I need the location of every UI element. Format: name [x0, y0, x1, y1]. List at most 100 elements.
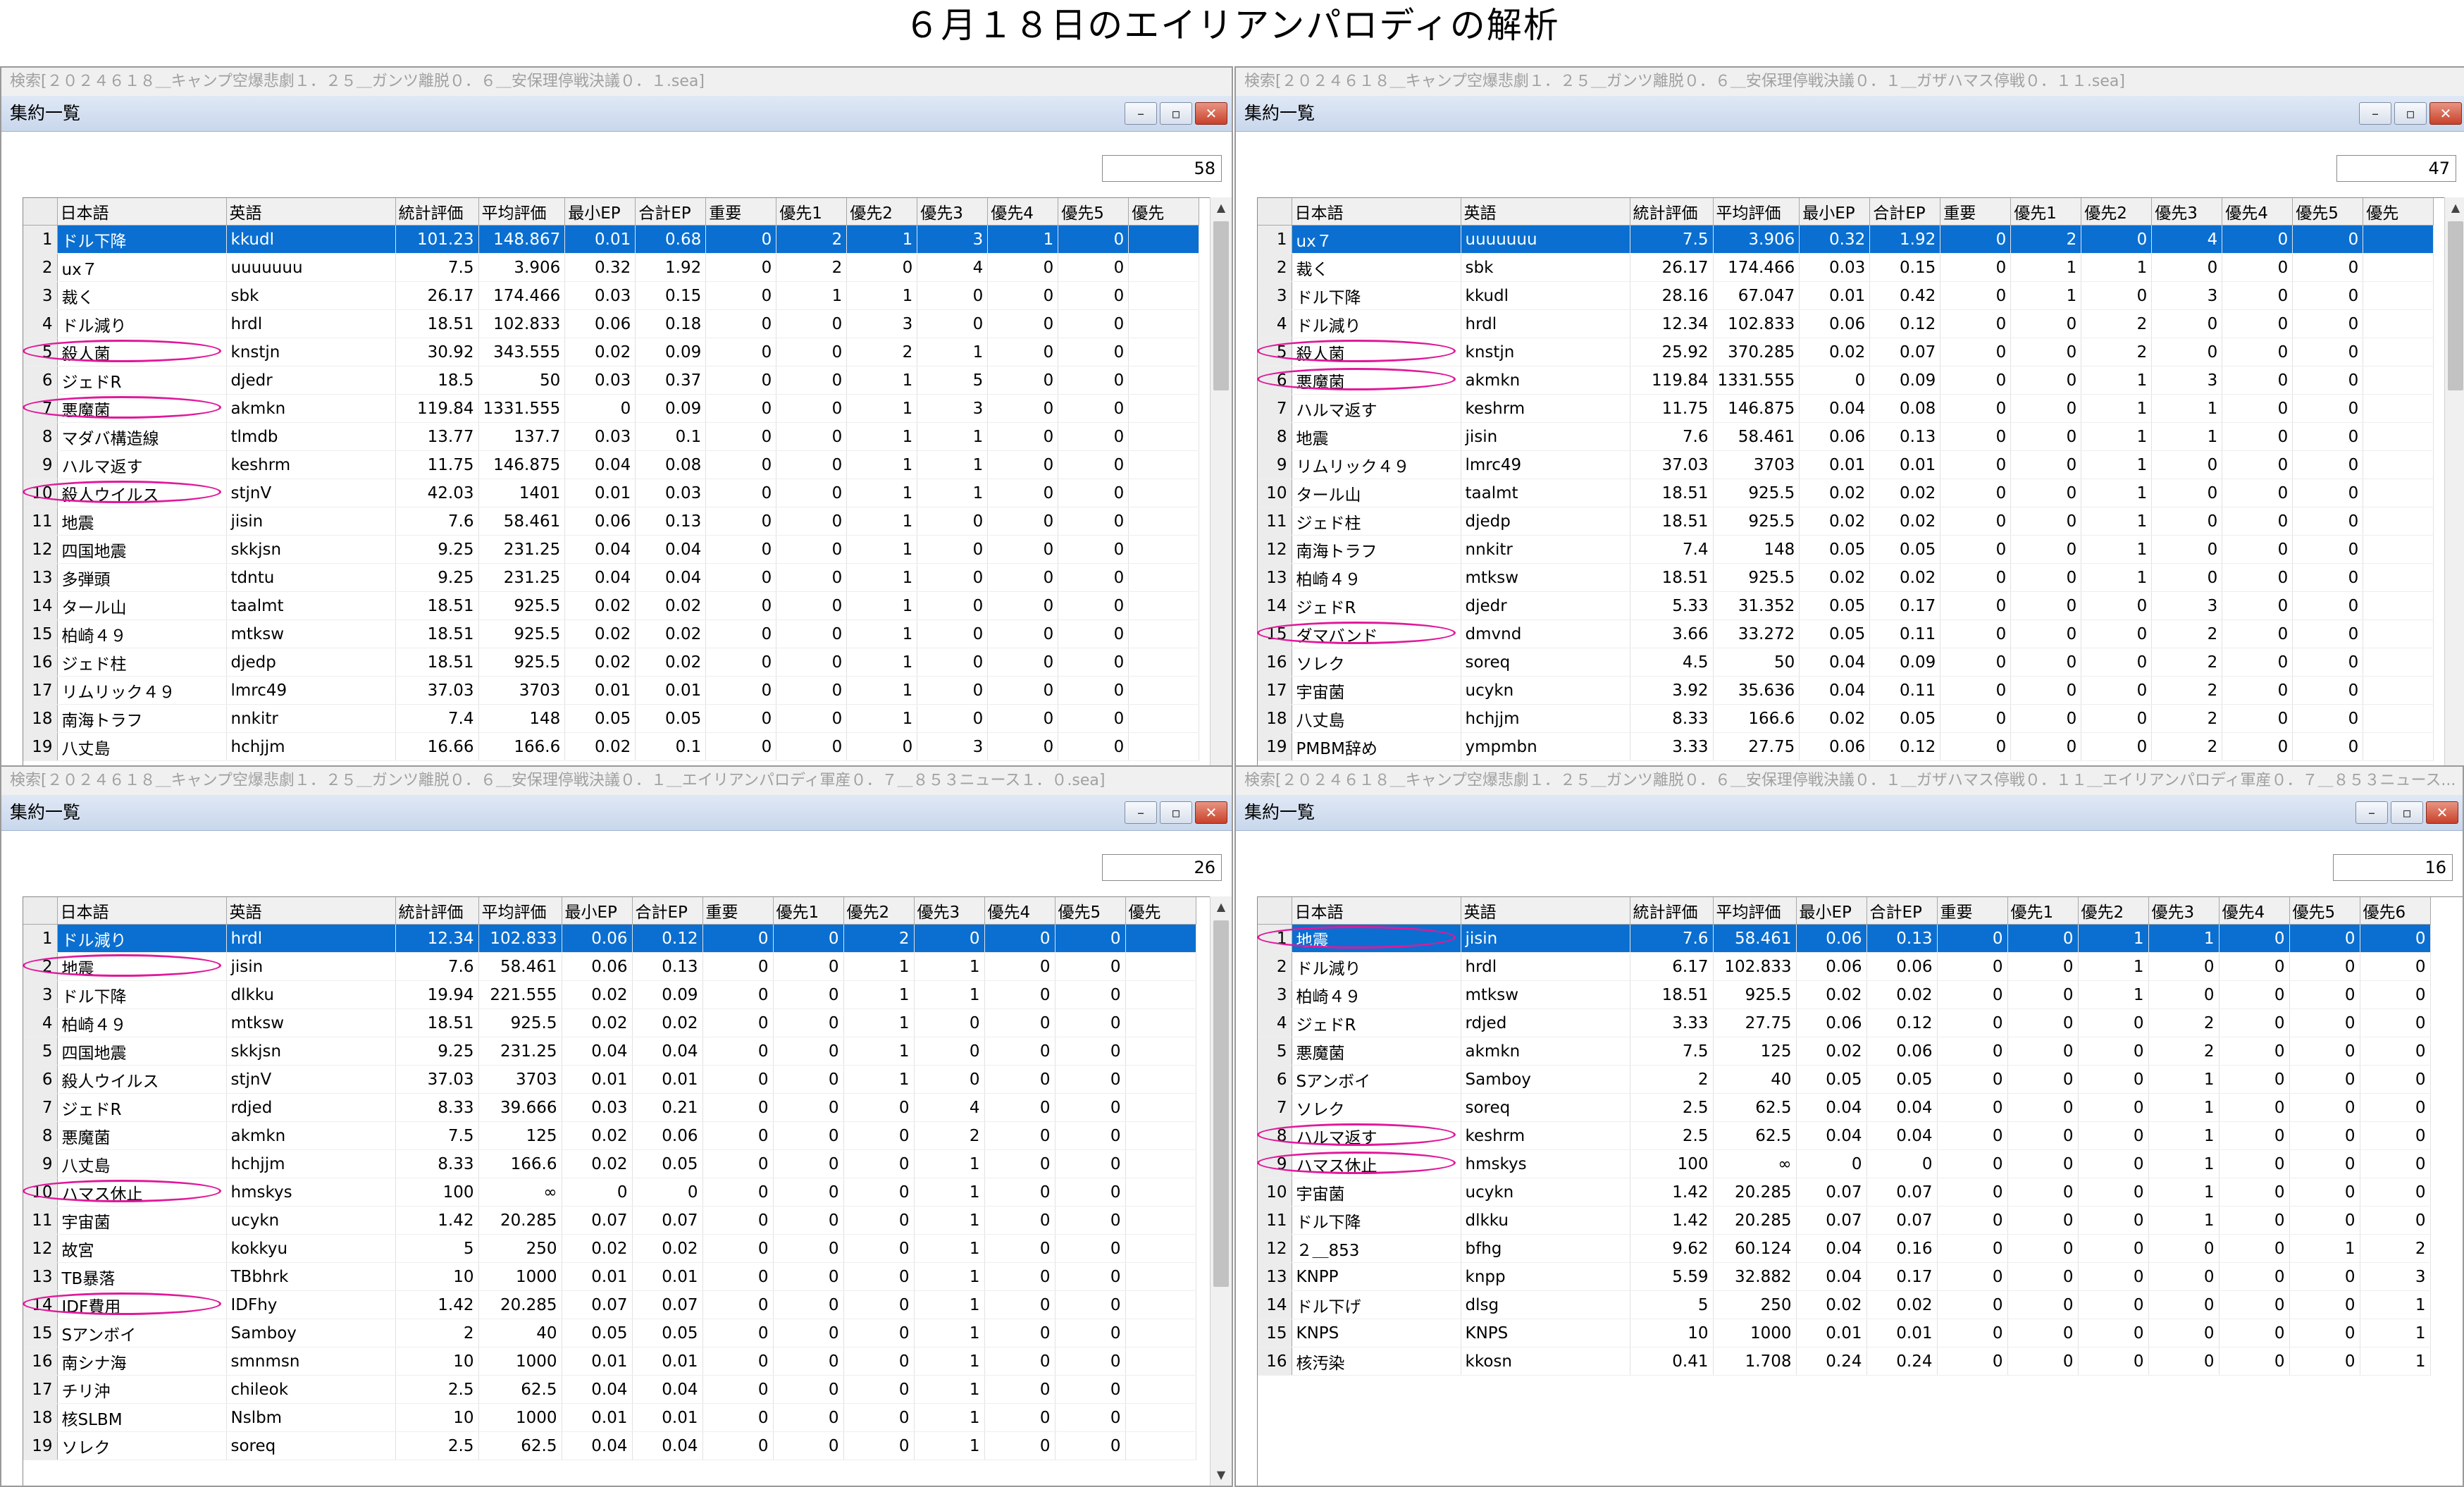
results-grid[interactable]: 日本語 英語 統計評価 平均評価 最小EP 合計EP 重要 優先1 優先2 優先3 優先4 優先5 優先… [23, 896, 1232, 1486]
column-header[interactable]: 最小EP [1796, 897, 1867, 925]
close-button[interactable]: ✕ [1195, 801, 1227, 824]
column-header[interactable]: 優先 [2363, 198, 2434, 226]
column-header[interactable]: 重要 [705, 198, 777, 226]
table-row[interactable]: 2 地震 jisin 7.6 58.461 0.06 0.13 0 0 1 1 0 0 [23, 952, 1196, 981]
maximize-button[interactable]: ▫ [2391, 801, 2423, 824]
maximize-button[interactable]: ▫ [2394, 102, 2427, 125]
column-header[interactable]: 優先2 [843, 897, 915, 925]
column-header[interactable]: 合計EP [1869, 198, 1941, 226]
column-header[interactable]: 統計評価 [1630, 897, 1714, 925]
column-header[interactable]: 日本語 [57, 198, 227, 226]
minimize-button[interactable]: – [1125, 102, 1157, 125]
scroll-up-arrow-icon[interactable]: ▲ [2445, 197, 2464, 218]
table-row[interactable]: 16 核汚染 kkosn 0.41 1.708 0.24 0.24 0 0 0 0 0 0 1 [1258, 1347, 2431, 1376]
table-row[interactable]: 6 悪魔菌 akmkn 119.84 1331.555 0 0.09 0 0 1 3 0 0 [1258, 366, 2434, 395]
table-row[interactable]: 11 ドル下降 dlkku 1.42 20.285 0.07 0.07 0 0 0 1 0 0 0 [1258, 1206, 2431, 1235]
column-header[interactable]: 統計評価 [1630, 198, 1714, 226]
table-row[interactable]: 6 ジェドR djedr 18.5 50 0.03 0.37 0 0 1 5 0 0 [23, 366, 1200, 395]
scrollbar-thumb[interactable] [2448, 221, 2463, 390]
result-count-field[interactable]: 58 [1102, 155, 1222, 182]
result-count-field[interactable]: 16 [2333, 854, 2453, 881]
column-header[interactable]: 統計評価 [395, 198, 479, 226]
column-header[interactable]: 優先 [1128, 198, 1200, 226]
column-header[interactable]: 優先3 [917, 198, 989, 226]
table-row[interactable]: 18 南海トラフ nnkitr 7.4 148 0.05 0.05 0 0 1 0 0 0 [23, 704, 1200, 733]
column-header[interactable]: 優先5 [2289, 897, 2360, 925]
table-row[interactable]: 3 裁く sbk 26.17 174.466 0.03 0.15 0 1 1 0 0 0 [23, 281, 1200, 310]
column-header[interactable]: 合計EP [632, 897, 703, 925]
close-button[interactable]: ✕ [1195, 102, 1227, 125]
table-row[interactable]: 8 悪魔菌 akmkn 7.5 125 0.02 0.06 0 0 0 2 0 0 [23, 1121, 1196, 1150]
column-header[interactable]: 優先6 [2360, 897, 2431, 925]
table-row[interactable]: 11 宇宙菌 ucykn 1.42 20.285 0.07 0.07 0 0 0 1 0 0 [23, 1206, 1196, 1235]
column-header[interactable]: 重要 [1940, 198, 2012, 226]
scrollbar-thumb[interactable] [1213, 920, 1229, 1287]
table-row[interactable]: 10 タール山 taalmt 18.51 925.5 0.02 0.02 0 0 1 0 0 0 [1258, 479, 2434, 507]
table-row[interactable]: 3 ドル下降 dlkku 19.94 221.555 0.02 0.09 0 0 1 1 0 0 [23, 980, 1196, 1009]
table-row[interactable]: 3 ドル下降 kkudl 28.16 67.047 0.01 0.42 0 1 0 3 0 0 [1258, 281, 2434, 310]
scroll-up-arrow-icon[interactable]: ▲ [1211, 896, 1232, 918]
table-row[interactable]: 12 故宮 kokkyu 5 250 0.02 0.02 0 0 0 1 0 0 [23, 1234, 1196, 1263]
column-header[interactable]: 優先2 [2078, 897, 2149, 925]
column-header[interactable]: 日本語 [1292, 198, 1461, 226]
table-row[interactable]: 16 南シナ海 smnmsn 10 1000 0.01 0.01 0 0 0 1 0 0 [23, 1347, 1196, 1376]
column-header[interactable]: 英語 [1461, 897, 1630, 925]
table-row[interactable]: 4 ドル減り hrdl 18.51 102.833 0.06 0.18 0 0 3 0 0 0 [23, 309, 1200, 338]
table-row[interactable]: 8 ハルマ返す keshrm 2.5 62.5 0.04 0.04 0 0 0 1 0 0 0 [1258, 1121, 2431, 1150]
column-header[interactable]: 重要 [702, 897, 774, 925]
table-row[interactable]: 12 ２＿853 bfhg 9.62 60.124 0.04 0.16 0 0 0 0 0 1 2 [1258, 1234, 2431, 1263]
column-header[interactable]: 最小EP [1799, 198, 1871, 226]
table-row[interactable]: 4 柏崎４９ mtksw 18.51 925.5 0.02 0.02 0 0 1 0 0 0 [23, 1008, 1196, 1037]
scroll-down-arrow-icon[interactable]: ▼ [1211, 1464, 1232, 1486]
column-header[interactable]: 優先1 [776, 198, 848, 226]
maximize-button[interactable]: ▫ [1160, 102, 1192, 125]
column-header[interactable]: 優先5 [1055, 897, 1126, 925]
table-row[interactable]: 15 柏崎４９ mtksw 18.51 925.5 0.02 0.02 0 0 1 0 0 0 [23, 619, 1200, 648]
table-row[interactable]: 18 核SLBM Nslbm 10 1000 0.01 0.01 0 0 0 1 0 0 [23, 1403, 1196, 1432]
table-row[interactable]: 15 ダマバンド dmvnd 3.66 33.272 0.05 0.11 0 0 0 2 0 0 [1258, 619, 2434, 648]
table-row[interactable]: 8 マダバ構造線 tlmdb 13.77 137.7 0.03 0.1 0 0 1 1 0 0 [23, 422, 1200, 451]
maximize-button[interactable]: ▫ [1160, 801, 1192, 824]
table-row[interactable]: 10 宇宙菌 ucykn 1.42 20.285 0.07 0.07 0 0 0 1 0 0 0 [1258, 1178, 2431, 1207]
table-row[interactable]: 14 タール山 taalmt 18.51 925.5 0.02 0.02 0 0 1 0 0 0 [23, 591, 1200, 620]
column-header[interactable]: 優先2 [846, 198, 918, 226]
table-row[interactable]: 14 IDF費用 IDFhy 1.42 20.285 0.07 0.07 0 0 0 1 0 0 [23, 1290, 1196, 1319]
table-row[interactable]: 11 地震 jisin 7.6 58.461 0.06 0.13 0 0 1 0 0 0 [23, 507, 1200, 536]
column-header[interactable]: 平均評価 [478, 198, 566, 226]
scroll-up-arrow-icon[interactable]: ▲ [1211, 197, 1232, 218]
table-row[interactable]: 19 ソレク soreq 2.5 62.5 0.04 0.04 0 0 0 1 0 0 [23, 1431, 1196, 1460]
table-row[interactable]: 9 ハルマ返す keshrm 11.75 146.875 0.04 0.08 0 0 1 1 0 0 [23, 450, 1200, 479]
column-header[interactable]: 優先4 [2222, 198, 2293, 226]
column-header[interactable]: 平均評価 [1713, 198, 1800, 226]
table-row[interactable]: 16 ソレク soreq 4.5 50 0.04 0.09 0 0 0 2 0 0 [1258, 648, 2434, 677]
column-header[interactable]: 英語 [226, 198, 396, 226]
table-row[interactable]: 15 Sアンボイ Samboy 2 40 0.05 0.05 0 0 0 1 0 0 [23, 1319, 1196, 1347]
column-header[interactable]: 統計評価 [395, 897, 479, 925]
table-row[interactable]: 6 Sアンボイ Samboy 2 40 0.05 0.05 0 0 0 1 0 0 0 [1258, 1065, 2431, 1094]
table-row[interactable]: 5 殺人菌 knstjn 30.92 343.555 0.02 0.09 0 0 2 1 0 0 [23, 338, 1200, 366]
column-header[interactable]: 優先4 [984, 897, 1055, 925]
column-header[interactable]: 優先1 [2010, 198, 2082, 226]
column-header[interactable]: 平均評価 [1713, 897, 1797, 925]
column-header[interactable]: 優先1 [773, 897, 844, 925]
table-row[interactable]: 2 ux７ uuuuuuu 7.5 3.906 0.32 1.92 0 2 0 4 0 0 [23, 253, 1200, 282]
table-row[interactable]: 17 チリ沖 chileok 2.5 62.5 0.04 0.04 0 0 0 1 0 0 [23, 1375, 1196, 1404]
column-header[interactable]: 平均評価 [478, 897, 562, 925]
close-button[interactable]: ✕ [2426, 801, 2458, 824]
table-row[interactable]: 9 ハマス休止 hmskys 100 ∞ 0 0 0 0 0 1 0 0 0 [1258, 1149, 2431, 1178]
table-row[interactable]: 17 リムリック４９ lmrc49 37.03 3703 0.01 0.01 0 0 1 0 0 0 [23, 676, 1200, 705]
table-row[interactable]: 14 ドル下げ dlsg 5 250 0.02 0.02 0 0 0 0 0 0 1 [1258, 1290, 2431, 1319]
minimize-button[interactable]: – [2359, 102, 2391, 125]
table-row[interactable]: 5 悪魔菌 akmkn 7.5 125 0.02 0.06 0 0 0 2 0 0 0 [1258, 1037, 2431, 1066]
result-count-field[interactable]: 26 [1102, 854, 1222, 881]
column-header[interactable]: 優先4 [2219, 897, 2290, 925]
column-header[interactable]: 優先5 [2292, 198, 2364, 226]
column-header[interactable]: 優先3 [914, 897, 985, 925]
column-header[interactable]: 最小EP [564, 198, 636, 226]
table-row[interactable]: 2 裁く sbk 26.17 174.466 0.03 0.15 0 1 1 0 0 0 [1258, 253, 2434, 282]
table-row[interactable]: 9 リムリック４９ lmrc49 37.03 3703 0.01 0.01 0 0 1 0 0 0 [1258, 450, 2434, 479]
table-row[interactable]: 4 ドル減り hrdl 12.34 102.833 0.06 0.12 0 0 2 0 0 0 [1258, 309, 2434, 338]
table-row[interactable]: 10 ハマス休止 hmskys 100 ∞ 0 0 0 0 0 1 0 0 [23, 1178, 1196, 1207]
table-row[interactable]: 19 八丈島 hchjjm 16.66 166.6 0.02 0.1 0 0 0 3 0 0 [23, 732, 1200, 761]
table-row[interactable]: 2 ドル減り hrdl 6.17 102.833 0.06 0.06 0 0 1 0 0 0 0 [1258, 952, 2431, 981]
